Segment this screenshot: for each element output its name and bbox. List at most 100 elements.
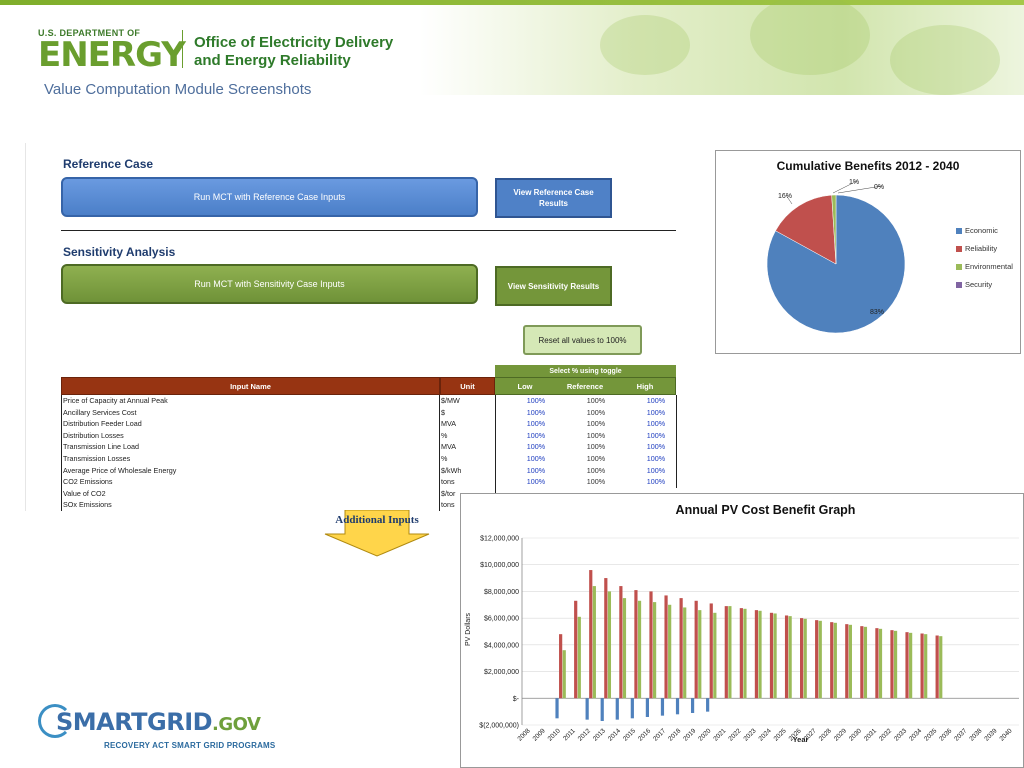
bar-mark	[709, 603, 713, 699]
high-toggle[interactable]: 100%	[636, 441, 676, 453]
smartgrid-logo: SMARTGRID.GOV RECOVERY ACT SMART GRID PR…	[38, 704, 278, 752]
low-toggle[interactable]: 100%	[516, 407, 556, 419]
sensitivity-analysis-title: Sensitivity Analysis	[63, 245, 176, 259]
bar-mark	[924, 634, 928, 699]
table-row: Average Price of Wholesale Energy $/kWh …	[61, 465, 677, 477]
x-tick-label: 2021	[712, 727, 727, 742]
reference-value: 100%	[586, 430, 606, 440]
doe-logo: U.S. DEPARTMENT OF ENERGY	[38, 28, 186, 75]
bar-mark	[818, 620, 822, 699]
x-tick-label: 2012	[577, 727, 592, 742]
x-tick-label: 2013	[592, 727, 607, 742]
pie-data-label: 1%	[849, 179, 859, 186]
bar-mark	[713, 612, 717, 699]
high-toggle[interactable]: 100%	[636, 395, 676, 407]
bar-mark	[773, 613, 777, 699]
high-toggle[interactable]: 100%	[636, 418, 676, 430]
input-name-cell: Transmission Line Load	[63, 442, 140, 452]
bar-mark	[634, 590, 638, 699]
input-name-cell: Ancillary Services Cost	[63, 407, 137, 417]
pie-data-label: 83%	[870, 309, 884, 316]
bar-mark	[739, 608, 743, 699]
header-decoration	[420, 0, 1024, 95]
column-header-low: Low	[495, 377, 555, 395]
page-subtitle: Value Computation Module Screenshots	[44, 81, 312, 98]
unit-cell: $/kWh	[441, 465, 462, 475]
high-toggle[interactable]: 100%	[636, 465, 676, 477]
y-tick-label: $10,000,000	[480, 562, 519, 569]
low-toggle[interactable]: 100%	[516, 465, 556, 477]
table-row: Price of Capacity at Annual Peak $/MW 10…	[61, 395, 677, 407]
bar-mark	[615, 698, 619, 720]
legend-item-economic: Economic	[956, 227, 1013, 245]
bar-mark	[848, 624, 852, 699]
low-toggle[interactable]: 100%	[516, 476, 556, 488]
additional-inputs-arrow[interactable]: Additional Inputs	[323, 509, 431, 558]
bar-mark	[652, 602, 657, 699]
legend-item-environmental: Environmental	[956, 263, 1013, 281]
bar-mark	[815, 620, 819, 699]
unit-cell: tons	[441, 477, 455, 487]
reference-value: 100%	[586, 407, 606, 417]
bar-mark	[698, 610, 702, 699]
input-name-cell: Distribution Losses	[63, 430, 124, 440]
x-tick-label: 2014	[607, 727, 622, 742]
bar-mark	[845, 624, 849, 699]
bar-mark	[589, 570, 593, 699]
table-row: Transmission Losses % 100% 100% 100%	[61, 453, 677, 465]
bar-mark	[728, 606, 732, 699]
x-tick-label: 2038	[968, 727, 983, 742]
table-row: Transmission Line Load MVA 100% 100% 100…	[61, 441, 677, 453]
x-tick-label: 2010	[547, 727, 562, 742]
view-sensitivity-results-button[interactable]: View Sensitivity Results	[495, 266, 612, 306]
bar-mark	[754, 610, 759, 699]
x-tick-label: 2017	[652, 727, 667, 742]
low-toggle[interactable]: 100%	[516, 395, 556, 407]
bar-mark	[585, 698, 589, 720]
input-name-cell: Average Price of Wholesale Energy	[63, 465, 177, 475]
x-tick-label: 2023	[742, 727, 757, 742]
x-tick-label: 2031	[863, 727, 878, 742]
low-toggle[interactable]: 100%	[516, 441, 556, 453]
x-tick-label: 2009	[532, 727, 547, 742]
bar-mark	[758, 610, 762, 699]
unit-cell: %	[441, 430, 448, 440]
column-header-high: High	[615, 377, 676, 395]
bar-mark	[905, 632, 909, 699]
bar-mark	[690, 698, 695, 713]
bar-mark	[619, 586, 623, 699]
run-reference-case-button[interactable]: Run MCT with Reference Case Inputs	[61, 177, 478, 217]
bar-mark	[592, 586, 596, 699]
high-toggle[interactable]: 100%	[636, 407, 676, 419]
bar-mark	[830, 622, 834, 699]
reset-values-button[interactable]: Reset all values to 100%	[523, 325, 642, 355]
bar-mark	[604, 578, 608, 699]
bar-mark	[878, 628, 883, 699]
office-name: Office of Electricity Delivery and Energ…	[194, 34, 393, 70]
run-sensitivity-case-button[interactable]: Run MCT with Sensitivity Case Inputs	[61, 264, 478, 304]
bar-mark	[890, 630, 894, 699]
x-tick-label: 2039	[983, 727, 998, 742]
y-tick-label: $(2,000,000)	[479, 723, 519, 730]
reference-value: 100%	[586, 465, 606, 475]
table-row: Distribution Losses % 100% 100% 100%	[61, 430, 677, 442]
x-tick-label: 2030	[848, 727, 863, 742]
x-tick-label: 2028	[818, 727, 833, 742]
table-row: Distribution Feeder Load MVA 100% 100% 1…	[61, 418, 677, 430]
high-toggle[interactable]: 100%	[636, 476, 676, 488]
bar-mark	[607, 591, 612, 699]
x-tick-label: 2022	[727, 727, 742, 742]
bar-mark	[800, 618, 804, 699]
view-reference-results-button[interactable]: View Reference Case Results	[495, 178, 612, 218]
low-toggle[interactable]: 100%	[516, 453, 556, 465]
low-toggle[interactable]: 100%	[516, 430, 556, 442]
high-toggle[interactable]: 100%	[636, 453, 676, 465]
bar-mark	[863, 626, 868, 699]
bar-mark	[860, 626, 864, 699]
high-toggle[interactable]: 100%	[636, 430, 676, 442]
pie-data-label: 0%	[874, 184, 884, 191]
low-toggle[interactable]: 100%	[516, 418, 556, 430]
reference-value: 100%	[586, 419, 606, 429]
reference-case-title: Reference Case	[63, 157, 154, 171]
bar-mark	[630, 698, 634, 719]
